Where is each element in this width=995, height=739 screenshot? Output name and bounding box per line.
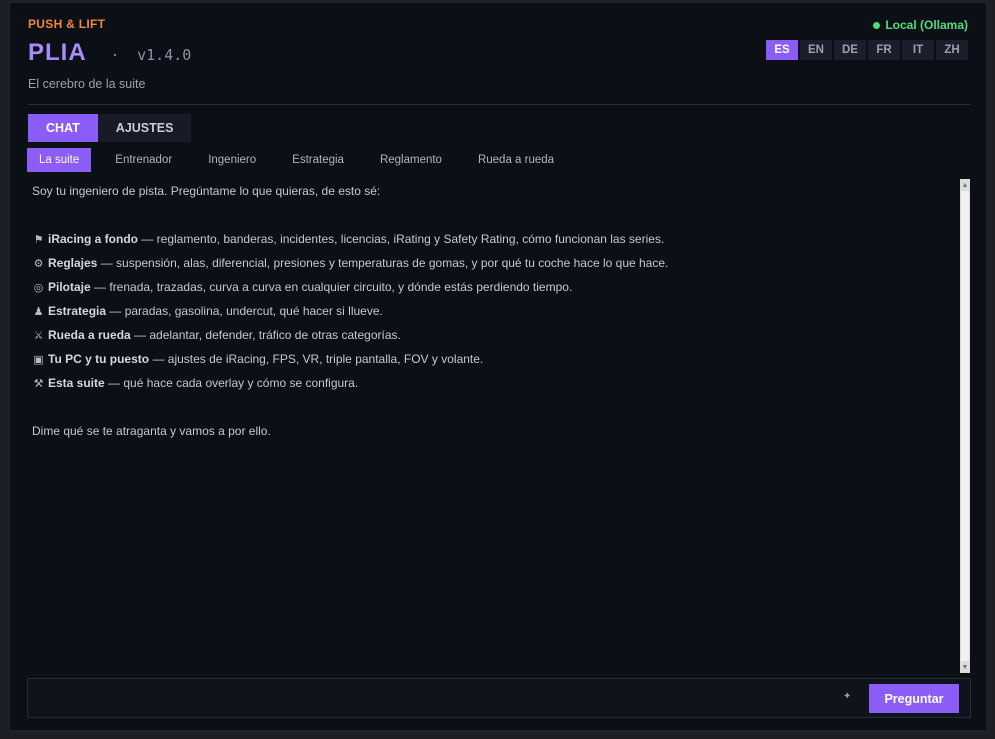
chat-topic-item: ⚙ Reglajes — suspensión, alas, diferencia… [32, 251, 960, 275]
crossed-swords-icon: ⚔ [33, 330, 44, 342]
topic-title: Esta suite [48, 376, 105, 390]
lang-button-es[interactable]: ES [766, 40, 798, 60]
scroll-down-arrow-icon[interactable]: ▼ [960, 662, 970, 672]
title-row: PLIA · v1.4.0 [28, 39, 191, 67]
app-window: PUSH & LIFT PLIA · v1.4.0 El cerebro de … [9, 2, 987, 731]
subtab-rueda-a-rueda[interactable]: Rueda a rueda [466, 148, 566, 172]
topic-text: — adelantar, defender, tráfico de otras … [130, 328, 401, 342]
chat-spacer [32, 203, 960, 227]
lang-button-it[interactable]: IT [902, 40, 934, 60]
subtab-estrategia[interactable]: Estrategia [280, 148, 356, 172]
chat-topic-item: ♟ Estrategia — paradas, gasolina, undercu… [32, 299, 960, 323]
chat-scrollbar[interactable]: ▲ ▼ [960, 179, 970, 673]
chat-intro: Soy tu ingeniero de pista. Pregúntame lo… [32, 184, 381, 198]
brand-label: PUSH & LIFT [28, 17, 106, 31]
scroll-track[interactable] [961, 191, 969, 661]
gear-icon: ⚙ [33, 258, 44, 270]
topic-title: Reglajes [48, 256, 98, 270]
subtab-entrenador[interactable]: Entrenador [103, 148, 184, 172]
topic-title: Estrategia [48, 304, 107, 318]
target-icon: ◎ [33, 282, 44, 294]
lang-button-zh[interactable]: ZH [936, 40, 968, 60]
language-selector: ES EN DE FR IT ZH [766, 40, 968, 60]
chat-spacer [32, 395, 960, 419]
version-label: v1.4.0 [137, 46, 192, 64]
message-input[interactable] [36, 685, 836, 711]
lang-button-fr[interactable]: FR [868, 40, 900, 60]
chat-topic-item: ◎ Pilotaje — frenada, trazadas, curva a c… [32, 275, 960, 299]
scroll-up-arrow-icon[interactable]: ▲ [960, 180, 970, 190]
pawn-icon: ♟ [33, 306, 44, 318]
pc-icon: ▣ [33, 354, 44, 366]
subtab-reglamento[interactable]: Reglamento [368, 148, 454, 172]
topic-subtabs: La suite Entrenador Ingeniero Estrategia… [27, 148, 570, 172]
tab-chat[interactable]: CHAT [28, 114, 98, 142]
topic-text: — frenada, trazadas, curva a curva en cu… [90, 280, 573, 294]
app-subtitle: El cerebro de la suite [28, 77, 146, 91]
title-separator: · [110, 48, 120, 64]
flag-icon: ⚑ [33, 234, 44, 246]
topic-text: — suspensión, alas, diferencial, presion… [97, 256, 669, 270]
subtab-ingeniero[interactable]: Ingeniero [196, 148, 268, 172]
chat-transcript: Soy tu ingeniero de pista. Pregúntame lo… [28, 179, 960, 671]
chat-topic-item: ⚒ Esta suite — qué hace cada overlay y có… [32, 371, 960, 395]
topic-title: iRacing a fondo [48, 232, 138, 246]
status-indicator: Local (Ollama) [873, 18, 968, 32]
ask-button[interactable]: Preguntar [869, 684, 959, 713]
topic-text: — ajustes de iRacing, FPS, VR, triple pa… [149, 352, 484, 366]
topic-text: — paradas, gasolina, undercut, qué hacer… [106, 304, 383, 318]
lang-button-en[interactable]: EN [800, 40, 832, 60]
status-dot-icon [873, 21, 881, 29]
lang-button-de[interactable]: DE [834, 40, 866, 60]
topic-title: Rueda a rueda [48, 328, 131, 342]
tools-icon: ⚒ [33, 378, 44, 390]
chat-topic-item: ⚔ Rueda a rueda — adelantar, defender, tr… [32, 323, 960, 347]
chat-topic-item: ⚑ iRacing a fondo — reglamento, banderas,… [32, 227, 960, 251]
message-composer: ✦ Preguntar [27, 678, 971, 718]
topic-text: — qué hace cada overlay y cómo se config… [104, 376, 359, 390]
subtab-la-suite[interactable]: La suite [27, 148, 92, 172]
topic-title: Tu PC y tu puesto [48, 352, 150, 366]
topic-text: — reglamento, banderas, incidentes, lice… [138, 232, 665, 246]
chat-outro: Dime qué se te atraganta y vamos a por e… [32, 424, 271, 438]
app-title: PLIA [28, 39, 87, 66]
sparkle-icon[interactable]: ✦ [843, 691, 851, 702]
status-label: Local (Ollama) [885, 18, 968, 32]
topic-title: Pilotaje [48, 280, 91, 294]
main-tabs: CHAT AJUSTES [28, 114, 192, 142]
tab-ajustes[interactable]: AJUSTES [97, 114, 192, 142]
header-divider [28, 104, 970, 105]
chat-topic-item: ▣ Tu PC y tu puesto — ajustes de iRacing,… [32, 347, 960, 371]
